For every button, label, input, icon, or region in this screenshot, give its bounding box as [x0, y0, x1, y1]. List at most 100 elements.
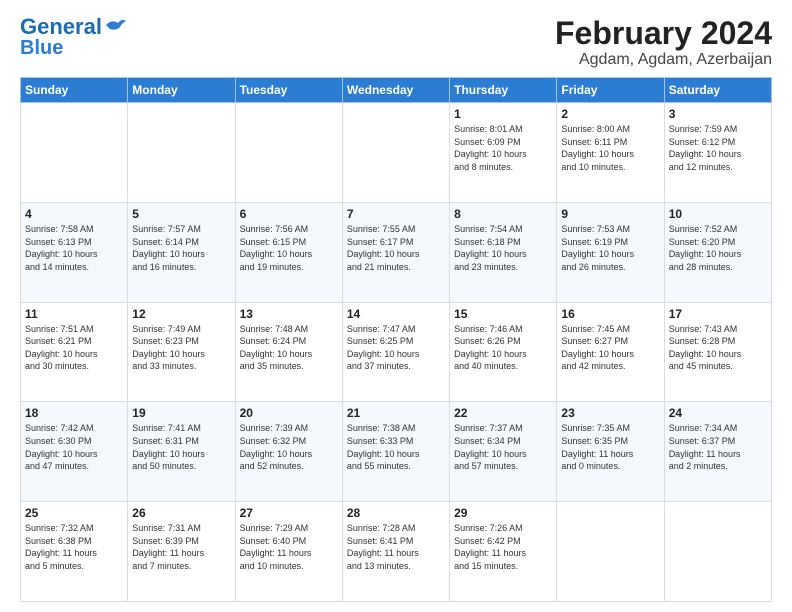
day-number: 3 [669, 107, 767, 121]
day-number: 8 [454, 207, 552, 221]
day-number: 17 [669, 307, 767, 321]
day-info: Sunrise: 7:42 AM Sunset: 6:30 PM Dayligh… [25, 422, 123, 472]
day-number: 26 [132, 506, 230, 520]
day-number: 28 [347, 506, 445, 520]
day-number: 7 [347, 207, 445, 221]
weekday-header-tuesday: Tuesday [235, 78, 342, 103]
location-subtitle: Agdam, Agdam, Azerbaijan [555, 51, 772, 69]
weekday-header-wednesday: Wednesday [342, 78, 449, 103]
calendar-cell: 15Sunrise: 7:46 AM Sunset: 6:26 PM Dayli… [450, 302, 557, 402]
weekday-header-saturday: Saturday [664, 78, 771, 103]
calendar-cell: 17 Sunrise: 7:43 AM Sunset: 6:28 PM Dayli… [664, 302, 771, 402]
day-info: Sunrise: 8:01 AM Sunset: 6:09 PM Dayligh… [454, 123, 552, 173]
logo-general: General [20, 14, 102, 39]
day-number: 13 [240, 307, 338, 321]
calendar-cell: 2 Sunrise: 8:00 AM Sunset: 6:11 PM Daylig… [557, 103, 664, 203]
day-number: 20 [240, 406, 338, 420]
day-info: Sunrise: 7:52 AM Sunset: 6:20 PM Dayligh… [669, 223, 767, 273]
page: General Blue February 2024 Agdam, Agdam,… [0, 0, 792, 612]
calendar-cell: 11 Sunrise: 7:51 AM Sunset: 6:21 PM Dayli… [21, 302, 128, 402]
day-info: Sunrise: 7:39 AM Sunset: 6:32 PM Dayligh… [240, 422, 338, 472]
day-info: Sunrise: 7:56 AM Sunset: 6:15 PM Dayligh… [240, 223, 338, 273]
day-info: Sunrise: 8:00 AM Sunset: 6:11 PM Dayligh… [561, 123, 659, 173]
header: General Blue February 2024 Agdam, Agdam,… [20, 16, 772, 69]
calendar-cell: 22 Sunrise: 7:37 AM Sunset: 6:34 PM Dayli… [450, 402, 557, 502]
calendar-cell: 23 Sunrise: 7:35 AM Sunset: 6:35 PM Dayli… [557, 402, 664, 502]
day-info: Sunrise: 7:29 AM Sunset: 6:40 PM Dayligh… [240, 522, 338, 572]
calendar-cell: 9Sunrise: 7:53 AM Sunset: 6:19 PM Daylig… [557, 202, 664, 302]
calendar-cell: 5 Sunrise: 7:57 AM Sunset: 6:14 PM Daylig… [128, 202, 235, 302]
week-row-3: 11 Sunrise: 7:51 AM Sunset: 6:21 PM Dayli… [21, 302, 772, 402]
day-number: 18 [25, 406, 123, 420]
calendar-cell: 26Sunrise: 7:31 AM Sunset: 6:39 PM Dayli… [128, 502, 235, 602]
calendar-cell [342, 103, 449, 203]
day-number: 24 [669, 406, 767, 420]
calendar-cell: 1 Sunrise: 8:01 AM Sunset: 6:09 PM Daylig… [450, 103, 557, 203]
day-info: Sunrise: 7:38 AM Sunset: 6:33 PM Dayligh… [347, 422, 445, 472]
day-info: Sunrise: 7:35 AM Sunset: 6:35 PM Dayligh… [561, 422, 659, 472]
weekday-header-monday: Monday [128, 78, 235, 103]
calendar-cell [235, 103, 342, 203]
calendar-cell [21, 103, 128, 203]
day-info: Sunrise: 7:26 AM Sunset: 6:42 PM Dayligh… [454, 522, 552, 572]
calendar-cell: 27 Sunrise: 7:29 AM Sunset: 6:40 PM Dayli… [235, 502, 342, 602]
day-info: Sunrise: 7:37 AM Sunset: 6:34 PM Dayligh… [454, 422, 552, 472]
calendar-table: SundayMondayTuesdayWednesdayThursdayFrid… [20, 77, 772, 602]
weekday-header-thursday: Thursday [450, 78, 557, 103]
day-number: 9 [561, 207, 659, 221]
day-number: 23 [561, 406, 659, 420]
day-number: 15 [454, 307, 552, 321]
day-info: Sunrise: 7:55 AM Sunset: 6:17 PM Dayligh… [347, 223, 445, 273]
calendar-cell: 21 Sunrise: 7:38 AM Sunset: 6:33 PM Dayli… [342, 402, 449, 502]
calendar-cell [557, 502, 664, 602]
day-number: 5 [132, 207, 230, 221]
day-info: Sunrise: 7:54 AM Sunset: 6:18 PM Dayligh… [454, 223, 552, 273]
day-number: 21 [347, 406, 445, 420]
week-row-4: 18 Sunrise: 7:42 AM Sunset: 6:30 PM Dayli… [21, 402, 772, 502]
day-number: 6 [240, 207, 338, 221]
weekday-header-friday: Friday [557, 78, 664, 103]
logo-text: General [20, 16, 102, 38]
calendar-cell: 24Sunrise: 7:34 AM Sunset: 6:37 PM Dayli… [664, 402, 771, 502]
day-number: 1 [454, 107, 552, 121]
logo: General Blue [20, 16, 126, 58]
day-number: 12 [132, 307, 230, 321]
day-number: 22 [454, 406, 552, 420]
day-number: 25 [25, 506, 123, 520]
day-info: Sunrise: 7:57 AM Sunset: 6:14 PM Dayligh… [132, 223, 230, 273]
calendar-cell: 28 Sunrise: 7:28 AM Sunset: 6:41 PM Dayli… [342, 502, 449, 602]
day-number: 19 [132, 406, 230, 420]
day-number: 11 [25, 307, 123, 321]
calendar-cell [664, 502, 771, 602]
calendar-cell: 3 Sunrise: 7:59 AM Sunset: 6:12 PM Daylig… [664, 103, 771, 203]
day-info: Sunrise: 7:47 AM Sunset: 6:25 PM Dayligh… [347, 323, 445, 373]
calendar-cell: 20 Sunrise: 7:39 AM Sunset: 6:32 PM Dayli… [235, 402, 342, 502]
day-info: Sunrise: 7:41 AM Sunset: 6:31 PM Dayligh… [132, 422, 230, 472]
calendar-header: SundayMondayTuesdayWednesdayThursdayFrid… [21, 78, 772, 103]
day-number: 27 [240, 506, 338, 520]
day-number: 14 [347, 307, 445, 321]
calendar-cell: 4Sunrise: 7:58 AM Sunset: 6:13 PM Daylig… [21, 202, 128, 302]
day-info: Sunrise: 7:32 AM Sunset: 6:38 PM Dayligh… [25, 522, 123, 572]
day-number: 2 [561, 107, 659, 121]
day-info: Sunrise: 7:59 AM Sunset: 6:12 PM Dayligh… [669, 123, 767, 173]
week-row-5: 25 Sunrise: 7:32 AM Sunset: 6:38 PM Dayli… [21, 502, 772, 602]
calendar-cell: 25 Sunrise: 7:32 AM Sunset: 6:38 PM Dayli… [21, 502, 128, 602]
calendar-cell: 14 Sunrise: 7:47 AM Sunset: 6:25 PM Dayli… [342, 302, 449, 402]
calendar-cell: 16Sunrise: 7:45 AM Sunset: 6:27 PM Dayli… [557, 302, 664, 402]
calendar-body: 1 Sunrise: 8:01 AM Sunset: 6:09 PM Daylig… [21, 103, 772, 602]
calendar-cell: 6 Sunrise: 7:56 AM Sunset: 6:15 PM Daylig… [235, 202, 342, 302]
title-block: February 2024 Agdam, Agdam, Azerbaijan [555, 16, 772, 69]
day-info: Sunrise: 7:43 AM Sunset: 6:28 PM Dayligh… [669, 323, 767, 373]
week-row-2: 4Sunrise: 7:58 AM Sunset: 6:13 PM Daylig… [21, 202, 772, 302]
calendar-cell [128, 103, 235, 203]
month-title: February 2024 [555, 16, 772, 51]
calendar-cell: 7 Sunrise: 7:55 AM Sunset: 6:17 PM Daylig… [342, 202, 449, 302]
calendar-cell: 12Sunrise: 7:49 AM Sunset: 6:23 PM Dayli… [128, 302, 235, 402]
calendar-cell: 29Sunrise: 7:26 AM Sunset: 6:42 PM Dayli… [450, 502, 557, 602]
calendar-cell: 19 Sunrise: 7:41 AM Sunset: 6:31 PM Dayli… [128, 402, 235, 502]
day-number: 10 [669, 207, 767, 221]
day-info: Sunrise: 7:51 AM Sunset: 6:21 PM Dayligh… [25, 323, 123, 373]
day-info: Sunrise: 7:28 AM Sunset: 6:41 PM Dayligh… [347, 522, 445, 572]
weekday-header-row: SundayMondayTuesdayWednesdayThursdayFrid… [21, 78, 772, 103]
